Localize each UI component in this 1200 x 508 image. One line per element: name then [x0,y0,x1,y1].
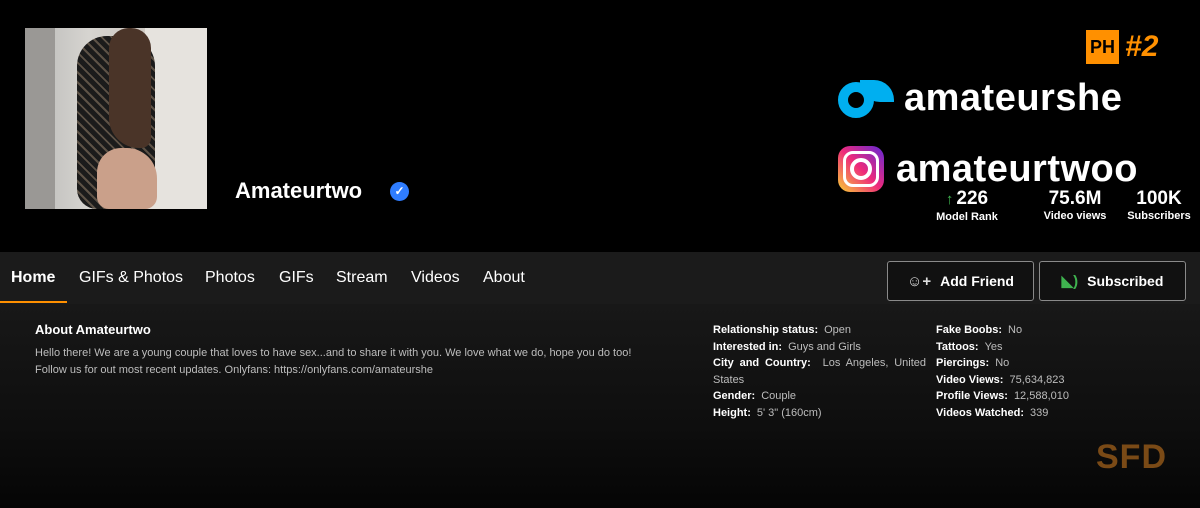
sfd-watermark: SFD [1096,438,1167,476]
tab-photos[interactable]: Photos [205,269,255,287]
detail-row: Tattoos: Yes [936,340,1003,353]
details-right: Fake Boobs: No Tattoos: Yes Piercings: No V… [936,322,1069,422]
avatar[interactable] [25,28,207,209]
stat-value: 226 [956,188,989,209]
detail-row: City and Country: Los Angeles, United St… [713,357,926,386]
detail-row: Videos Watched: 339 [936,406,1049,419]
instagram-icon [838,146,884,192]
avatar-skin [97,148,157,209]
rss-icon: ◣) [1061,273,1079,290]
rank-number: #2 [1125,30,1159,63]
add-friend-label: Add Friend [940,273,1014,289]
profile-nav: Home GIFs & Photos Photos GIFs Stream Vi… [0,252,1200,304]
arrow-up-icon: ↑ [945,191,954,208]
onlyfans-icon [838,76,896,120]
tab-videos[interactable]: Videos [411,269,460,287]
details-left: Relationship status: Open Interested in: G… [713,322,926,422]
stat-video-views: 75.6M Video views [1028,188,1122,223]
stat-value: 75.6M [1048,188,1102,209]
about-text: Hello there! We are a young couple that … [35,347,632,376]
tab-gifs[interactable]: GIFs [279,269,314,287]
rank-badge: PH #2 [1086,30,1158,64]
subscribed-label: Subscribed [1087,273,1164,289]
detail-row: Fake Boobs: No [936,324,1023,336]
about-section: About Amateurtwo Hello there! We are a y… [0,304,1200,508]
onlyfans-promo: amateurshe [838,76,1122,120]
add-user-icon: ☺+ [907,272,932,290]
stat-label: Subscribers [1127,210,1191,222]
ph-logo: PH [1086,30,1120,64]
avatar-bg-wall [25,28,55,209]
instagram-promo: amateurtwoo [838,146,1138,192]
about-title: About Amateurtwo [35,322,151,337]
avatar-hair [109,28,151,148]
stat-label: Model Rank [936,211,998,223]
profile-stats: ↑ 226 Model Rank 75.6M Video views 100K S… [932,188,1200,223]
tab-home[interactable]: Home [11,269,55,287]
stat-label: Video views [1043,210,1107,222]
detail-row: Height: 5' 3" (160cm) [713,406,822,419]
detail-row: Profile Views: 12,588,010 [936,390,1069,403]
add-friend-button[interactable]: ☺+ Add Friend [887,261,1034,301]
detail-row: Gender: Couple [713,390,797,403]
tab-gifs-photos[interactable]: GIFs & Photos [79,269,183,287]
tab-about[interactable]: About [483,269,525,287]
tab-stream[interactable]: Stream [336,269,388,287]
detail-row: Piercings: No [936,357,1010,370]
stat-model-rank: ↑ 226 Model Rank [932,188,1002,223]
stat-subscribers: 100K Subscribers [1118,188,1200,223]
subscribed-button[interactable]: ◣) Subscribed [1039,261,1186,301]
profile-name: Amateurtwo [235,178,363,203]
profile-header: Amateurtwo ✓ PH #2 amateurshe amateurtwo… [0,0,1200,252]
detail-row: Relationship status: Open [713,324,852,336]
detail-row: Video Views: 75,634,823 [936,373,1065,386]
active-tab-indicator [0,301,67,303]
detail-row: Interested in: Guys and Girls [713,340,861,353]
stat-value: 100K [1136,188,1182,209]
verified-badge-icon: ✓ [390,182,409,201]
instagram-handle: amateurtwoo [896,147,1138,190]
onlyfans-handle: amateurshe [904,76,1123,119]
